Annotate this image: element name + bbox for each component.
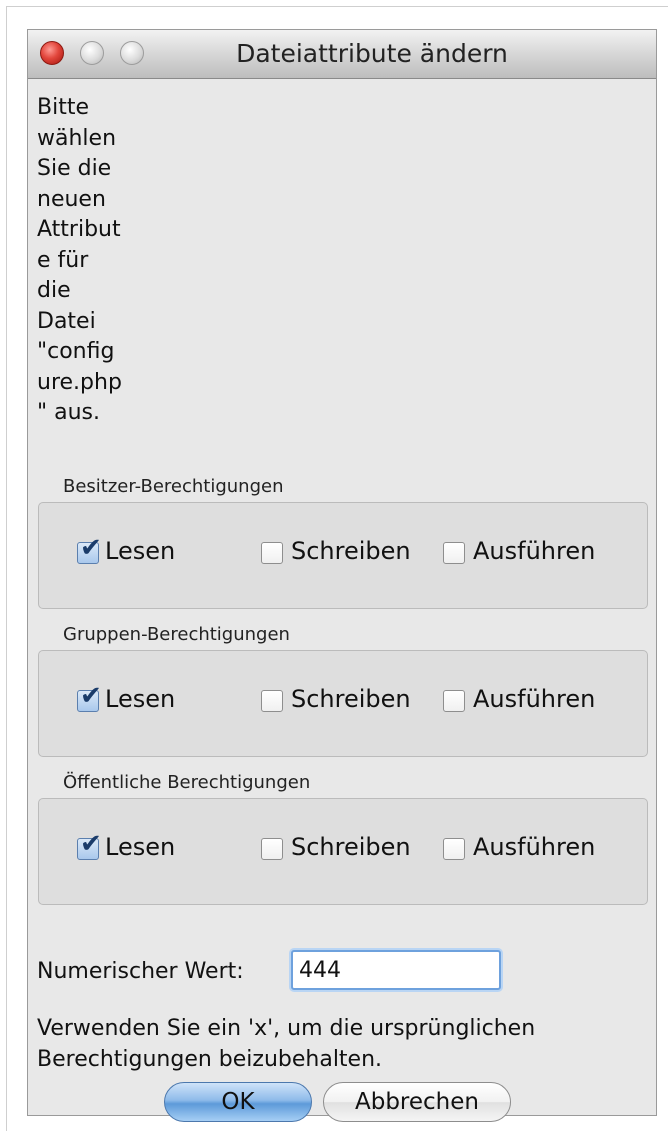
message-line: Attribut [37,217,121,242]
message-line: Bitte [37,95,89,120]
message-line: "config [37,339,115,364]
group-exec-label[interactable]: Ausführen [473,685,595,713]
ok-button[interactable]: OK [164,1082,312,1122]
public-exec-checkbox[interactable]: ✔ [443,838,465,860]
hint-text: Verwenden Sie ein 'x', um die ursprüngli… [37,1016,536,1072]
public-read-checkbox[interactable]: ✔ [77,831,102,860]
owner-write-checkbox[interactable]: ✔ [261,542,283,564]
public-read-label[interactable]: Lesen [105,833,175,861]
group-permissions-group: ✔ Lesen ✔ Schreiben ✔ Ausführen [38,650,648,757]
owner-permissions-label: Besitzer-Berechtigungen [63,476,284,497]
numeric-value-input[interactable] [291,950,501,990]
message-text: Bitte wählen Sie die neuen Attribut e fü… [37,93,157,429]
message-line: Sie die [37,156,112,181]
message-line: e für [37,247,89,273]
public-write-checkbox[interactable]: ✔ [261,838,283,860]
page-border-left [6,6,7,1131]
group-permissions-label: Gruppen-Berechtigungen [63,624,290,645]
message-line: " aus. [37,400,100,425]
title-bar[interactable]: Dateiattribute ändern [28,30,656,79]
owner-permissions-group: ✔ Lesen ✔ Schreiben ✔ Ausführen [38,502,648,609]
owner-exec-label[interactable]: Ausführen [473,537,595,565]
page-border-top [6,6,668,7]
owner-read-checkbox[interactable]: ✔ [77,535,102,564]
numeric-value-label: Numerischer Wert: [37,959,244,984]
group-exec-checkbox[interactable]: ✔ [443,690,465,712]
message-line: die [37,278,71,303]
message-line: wählen [37,125,117,151]
checkmark-icon: ✔ [80,681,102,711]
cancel-button[interactable]: Abbrechen [323,1082,511,1122]
public-permissions-label: Öffentliche Berechtigungen [63,772,311,793]
window-title: Dateiattribute ändern [236,39,508,68]
group-read-checkbox[interactable]: ✔ [77,683,102,712]
owner-read-label[interactable]: Lesen [105,537,175,565]
public-permissions-group: ✔ Lesen ✔ Schreiben ✔ Ausführen [38,798,648,905]
dialog-window: Dateiattribute ändern Bitte wählen Sie d… [27,29,657,1122]
public-exec-label[interactable]: Ausführen [473,833,595,861]
group-read-label[interactable]: Lesen [105,685,175,713]
owner-write-label[interactable]: Schreiben [291,537,411,565]
message-line: ure.php [37,369,122,395]
message-line: neuen [37,186,106,212]
checkmark-icon: ✔ [80,533,102,563]
message-line: Datei [37,308,96,334]
group-write-label[interactable]: Schreiben [291,685,411,713]
group-write-checkbox[interactable]: ✔ [261,690,283,712]
owner-exec-checkbox[interactable]: ✔ [443,542,465,564]
checkmark-icon: ✔ [80,829,102,859]
public-write-label[interactable]: Schreiben [291,833,411,861]
